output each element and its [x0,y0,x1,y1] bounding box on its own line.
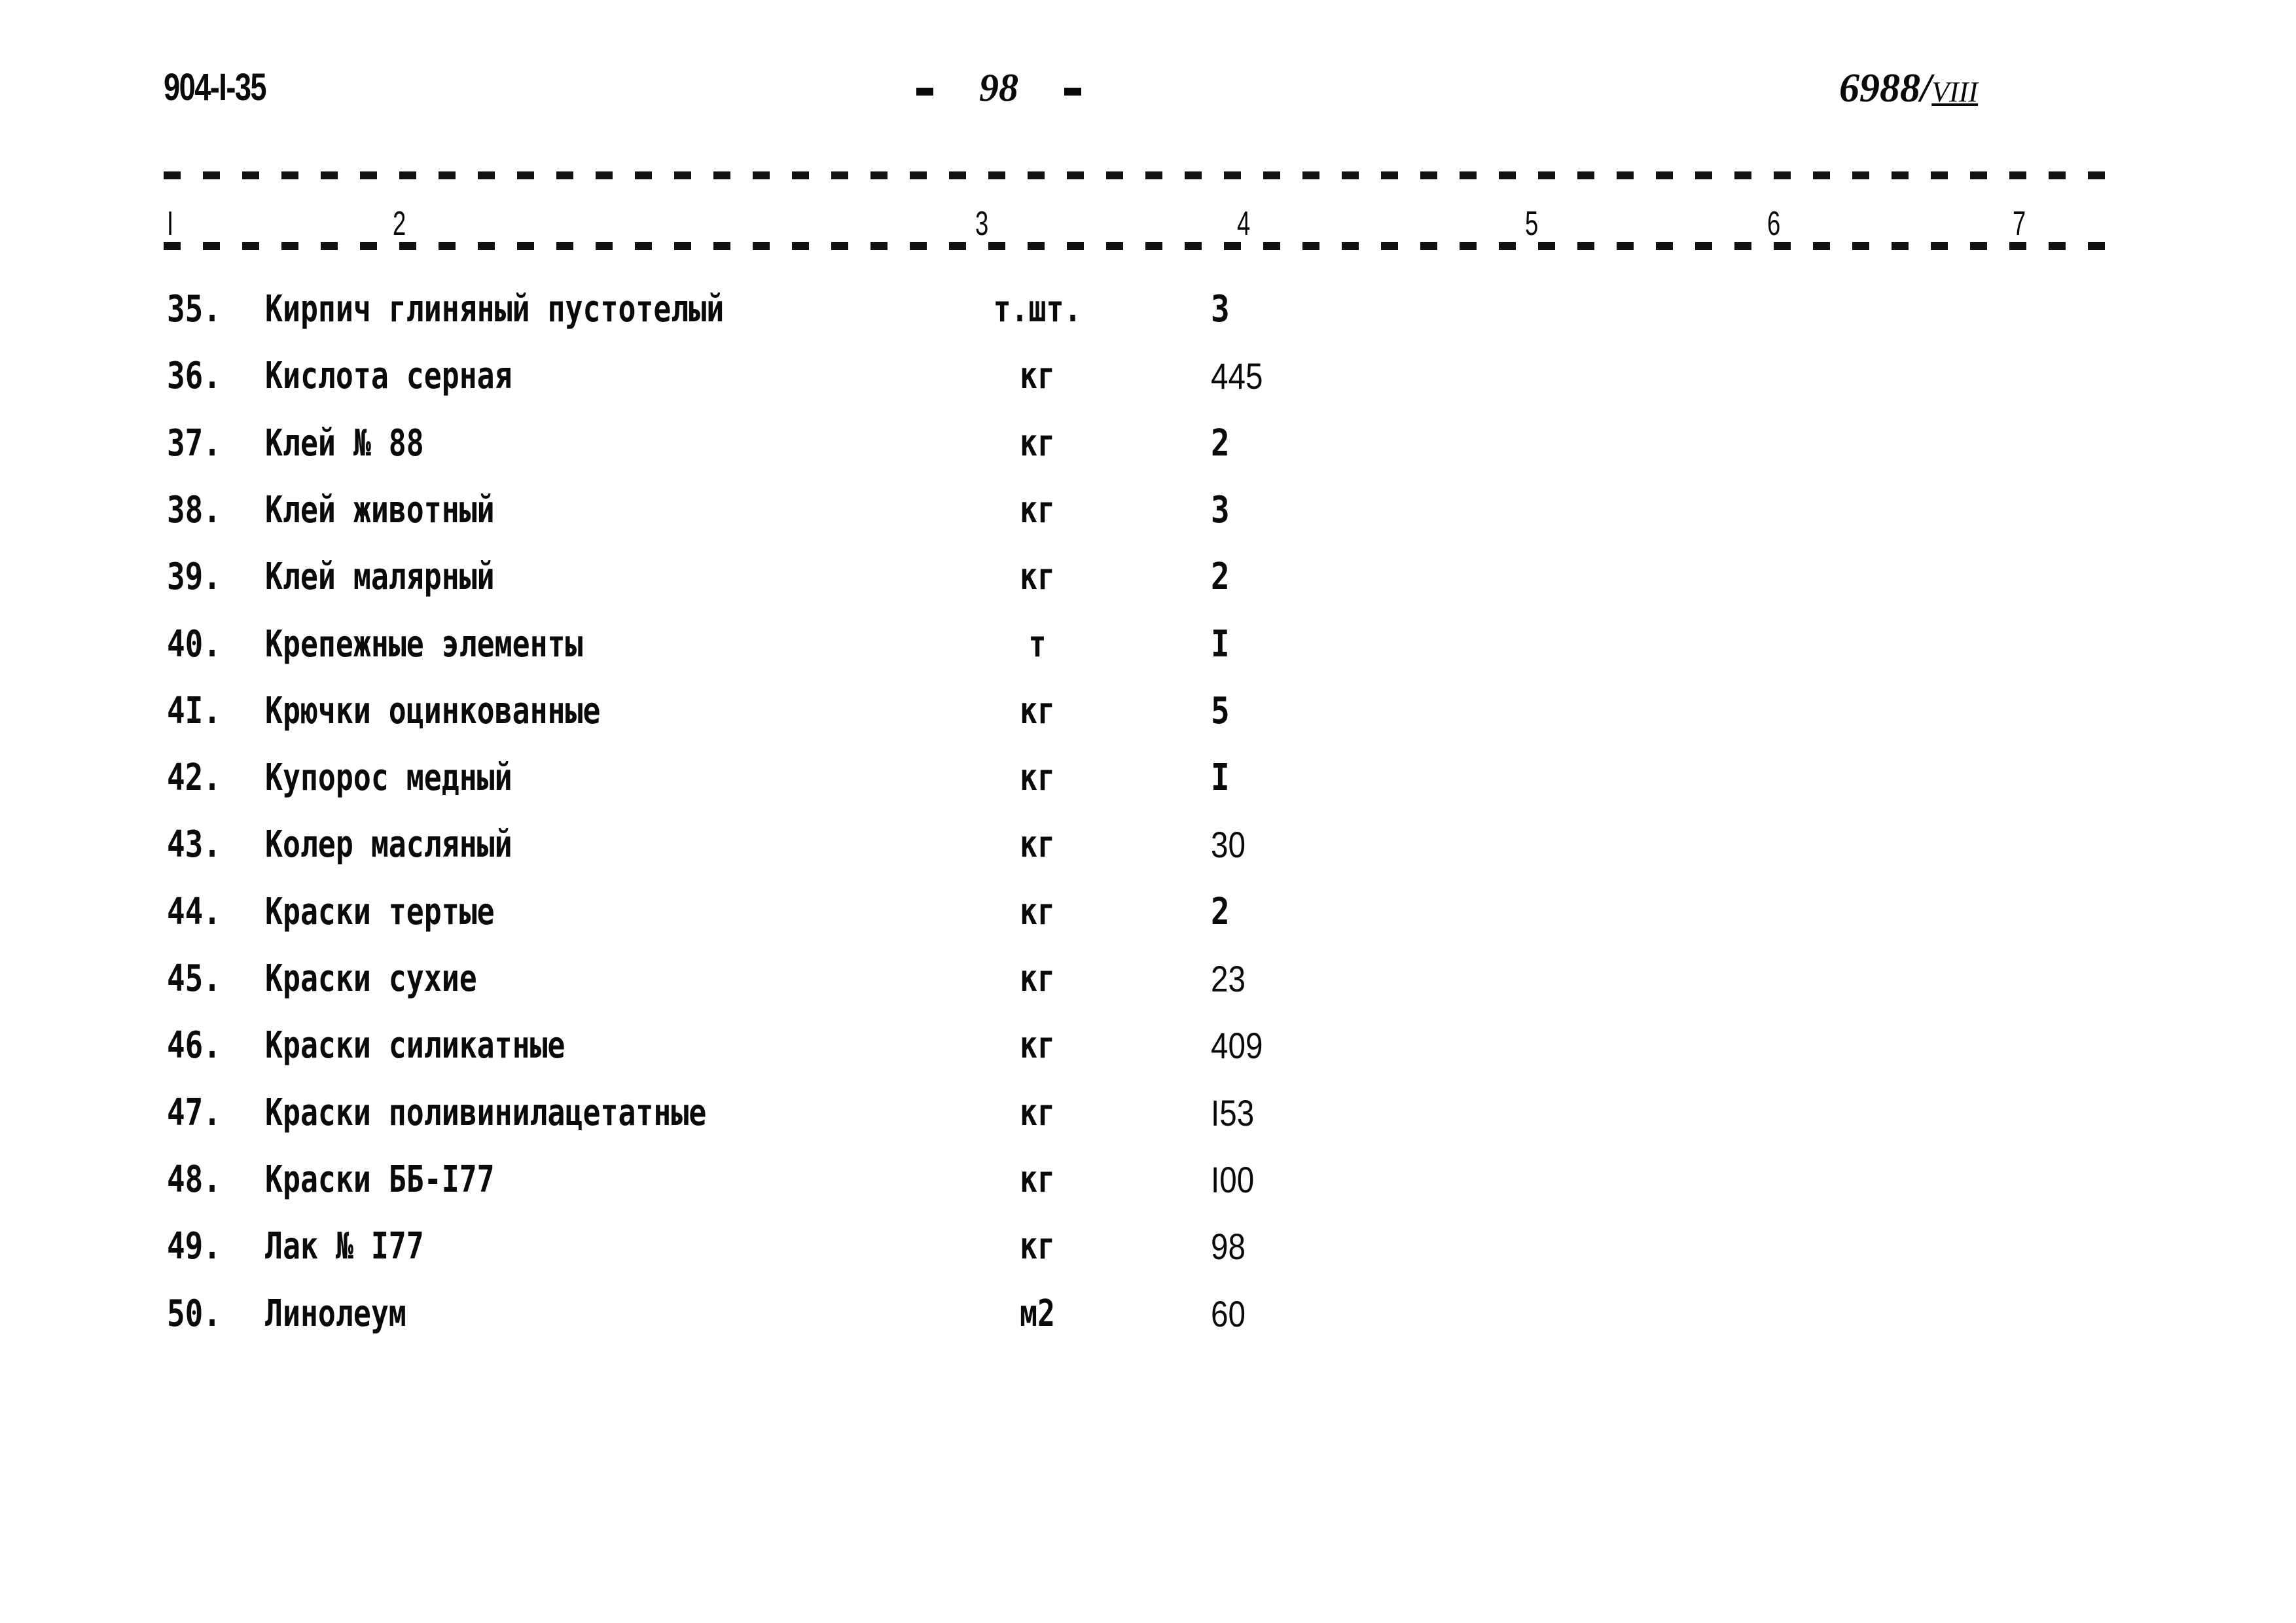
material-name: Клей № 88 [265,421,424,465]
row-number: 40. [167,622,221,666]
table-row: 39. Клей малярный кг 2 [0,556,2296,615]
row-number: 50. [167,1292,221,1335]
table-row: 47. Краски поливинилацетатные кг I53 [0,1092,2296,1150]
material-name: Крючки оцинкованные [265,689,601,732]
row-number: 37. [167,421,221,465]
quantity: 2 [1211,556,1230,599]
document-code: 904-I-35 [164,66,267,109]
quantity: 60 [1211,1293,1246,1334]
quantity: 5 [1211,689,1230,732]
column-number-5: 5 [1525,205,1539,243]
quantity: I [1211,757,1230,800]
material-name: Краски силикатные [265,1024,565,1067]
unit-of-measure: кг [1020,689,1055,732]
quantity: 2 [1211,890,1230,933]
column-number-3: 3 [975,205,989,243]
table-row: 4I. Крючки оцинкованные кг 5 [0,690,2296,749]
unit-of-measure: кг [1020,421,1055,465]
quantity: 30 [1211,824,1246,866]
unit-of-measure: кг [1020,957,1055,1000]
material-name: Линолеум [265,1292,406,1335]
table-row: 48. Краски ББ-I77 кг I00 [0,1158,2296,1217]
material-name: Кирпич глиняный пустотелый [265,288,725,330]
row-number: 35. [167,288,221,330]
unit-of-measure: т.шт. [993,288,1082,330]
row-number: 47. [167,1091,221,1134]
table-row: 38. Клей животный кг 3 [0,489,2296,548]
quantity: 3 [1211,488,1230,531]
row-number: 36. [167,355,221,398]
unit-of-measure: кг [1020,890,1055,933]
material-name: Краски ББ-I77 [265,1158,495,1201]
table-row: 42. Купорос медный кг I [0,757,2296,815]
table-row: 43. Колер масляный кг 30 [0,823,2296,882]
column-number-6: 6 [1767,205,1781,243]
quantity: 98 [1211,1226,1246,1268]
row-number: 46. [167,1024,221,1067]
archive-reference-number: 6988/ [1839,66,1932,111]
quantity: 445 [1211,355,1263,397]
row-number: 4I. [167,689,221,732]
material-name: Клей животный [265,488,495,531]
material-name: Краски тертые [265,890,495,933]
column-number-2: 2 [393,205,406,243]
table-row: 50. Линолеум м2 60 [0,1293,2296,1351]
quantity: I [1211,622,1230,666]
material-name: Краски сухие [265,957,477,1000]
material-name: Клей малярный [265,556,495,599]
quantity: I53 [1211,1092,1255,1133]
table-row: 40. Крепежные элементы т I [0,623,2296,682]
unit-of-measure: кг [1020,823,1055,866]
row-number: 44. [167,890,221,933]
unit-of-measure: кг [1020,488,1055,531]
page-number: 98 [979,66,1018,109]
row-number: 45. [167,957,221,1000]
unit-of-measure: т [1028,622,1047,666]
material-name: Кислота серная [265,355,512,398]
row-number: 48. [167,1158,221,1201]
dash-right [1064,88,1081,96]
table-row: 35. Кирпич глиняный пустотелый т.шт. 3 [0,288,2296,347]
dash-left [916,88,933,96]
quantity: I00 [1211,1158,1255,1200]
table-row: 49. Лак № I77 кг 98 [0,1225,2296,1284]
archive-reference: 6988/VIII [1839,65,1978,112]
quantity: 23 [1211,958,1246,999]
quantity: 2 [1211,421,1230,465]
table-row: 44. Краски тертые кг 2 [0,891,2296,950]
material-name: Колер масляный [265,823,512,866]
row-number: 42. [167,757,221,800]
unit-of-measure: кг [1020,355,1055,398]
material-name: Краски поливинилацетатные [265,1091,707,1134]
table-row: 46. Краски силикатные кг 409 [0,1024,2296,1083]
archive-reference-suffix: VIII [1931,76,1979,108]
unit-of-measure: кг [1020,1225,1055,1268]
column-number-7: 7 [2013,205,2026,243]
table-row: 36. Кислота серная кг 445 [0,355,2296,414]
row-number: 38. [167,488,221,531]
column-number-1: I [167,205,174,243]
dashed-rule-header-bottom [164,242,2127,250]
unit-of-measure: кг [1020,757,1055,800]
row-number: 39. [167,556,221,599]
quantity: 409 [1211,1025,1263,1067]
unit-of-measure: кг [1020,1091,1055,1134]
unit-of-measure: кг [1020,1158,1055,1201]
unit-of-measure: м2 [1020,1292,1055,1335]
table-row: 37. Клей № 88 кг 2 [0,422,2296,481]
quantity: 3 [1211,288,1230,330]
column-number-4: 4 [1237,205,1251,243]
row-number: 49. [167,1225,221,1268]
material-name: Крепежные элементы [265,622,583,666]
dashed-rule-top [164,171,2127,179]
table-row: 45. Краски сухие кг 23 [0,957,2296,1016]
row-number: 43. [167,823,221,866]
unit-of-measure: кг [1020,556,1055,599]
page-number-block: 98 [870,65,1093,111]
material-name: Лак № I77 [265,1225,424,1268]
material-name: Купорос медный [265,757,512,800]
unit-of-measure: кг [1020,1024,1055,1067]
